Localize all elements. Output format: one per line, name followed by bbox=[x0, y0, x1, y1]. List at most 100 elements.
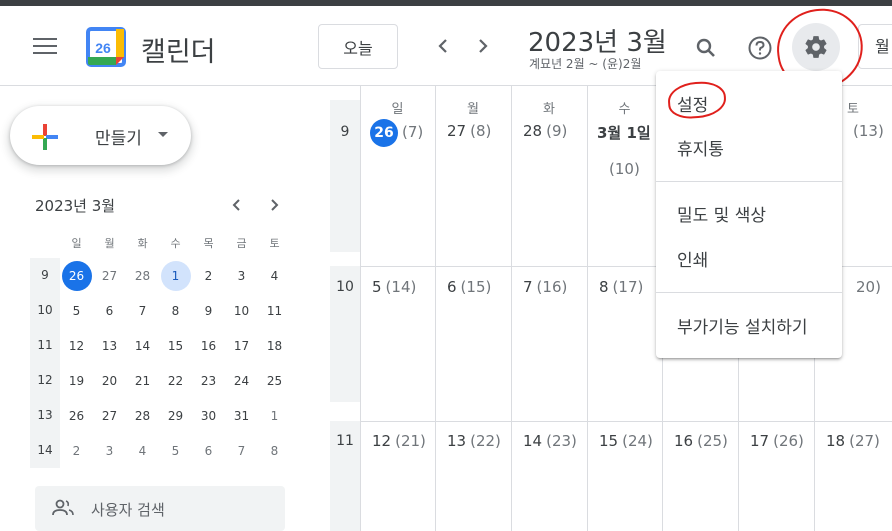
mini-day[interactable]: 6 bbox=[192, 433, 225, 468]
mini-day[interactable]: 3 bbox=[93, 433, 126, 468]
week-column bbox=[330, 100, 360, 252]
mini-day[interactable]: 31 bbox=[225, 398, 258, 433]
lunar-day-count: 20) bbox=[856, 278, 881, 296]
day-cell-label[interactable]: 20) bbox=[852, 278, 881, 296]
lunar-day-count: (25) bbox=[697, 432, 728, 450]
mini-day[interactable]: 25 bbox=[258, 363, 291, 398]
mini-day[interactable]: 17 bbox=[225, 328, 258, 363]
mini-day[interactable]: 20 bbox=[93, 363, 126, 398]
settings-menu-item[interactable]: 밀도 및 색상 bbox=[656, 201, 842, 226]
day-number: 18 bbox=[826, 432, 846, 450]
mini-day-label: 14 bbox=[134, 338, 151, 353]
next-period-button[interactable] bbox=[471, 34, 495, 58]
mini-day[interactable]: 2 bbox=[192, 258, 225, 293]
mini-day[interactable]: 1 bbox=[159, 258, 192, 293]
mini-day[interactable]: 24 bbox=[225, 363, 258, 398]
people-icon bbox=[52, 499, 74, 516]
lunar-day-count: (14) bbox=[385, 278, 417, 296]
mini-day[interactable]: 14 bbox=[126, 328, 159, 363]
mini-day[interactable]: 18 bbox=[258, 328, 291, 363]
mini-day-label: 13 bbox=[101, 338, 118, 353]
hamburger-icon[interactable] bbox=[33, 38, 57, 56]
day-cell-label[interactable]: 27 (8) bbox=[447, 122, 491, 140]
day-divider bbox=[435, 86, 436, 531]
search-users-field[interactable]: 사용자 검색 bbox=[35, 486, 285, 531]
mini-day[interactable]: 28 bbox=[126, 398, 159, 433]
week-number[interactable]: 9 bbox=[330, 124, 360, 140]
mini-day[interactable]: 7 bbox=[126, 293, 159, 328]
today-button[interactable]: 오늘 bbox=[318, 24, 398, 69]
day-cell-label[interactable]: 7 (16) bbox=[523, 278, 567, 296]
day-cell-label[interactable]: 6 (15) bbox=[447, 278, 491, 296]
mini-week-number[interactable]: 14 bbox=[30, 433, 60, 468]
mini-day[interactable]: 3 bbox=[225, 258, 258, 293]
day-cell-label[interactable]: 28 (9) bbox=[523, 122, 567, 140]
mini-week-number[interactable]: 11 bbox=[30, 328, 60, 363]
mini-day[interactable]: 8 bbox=[159, 293, 192, 328]
mini-day-label: 18 bbox=[266, 338, 283, 353]
day-cell-label[interactable]: 3월 1일 (10) bbox=[597, 122, 651, 178]
mini-day[interactable]: 12 bbox=[60, 328, 93, 363]
day-cell-label[interactable]: 15 (24) bbox=[599, 432, 653, 450]
day-cell-label[interactable]: 17 (26) bbox=[750, 432, 804, 450]
mini-day[interactable]: 16 bbox=[192, 328, 225, 363]
mini-day-label: 22 bbox=[167, 373, 184, 388]
lunar-day-count: (27) bbox=[849, 432, 880, 450]
mini-day[interactable]: 27 bbox=[93, 258, 126, 293]
day-cell-label[interactable]: 18 (27) bbox=[826, 432, 880, 450]
mini-day[interactable]: 1 bbox=[258, 398, 291, 433]
mini-day[interactable]: 19 bbox=[60, 363, 93, 398]
settings-menu-item[interactable]: 휴지통 bbox=[656, 135, 842, 160]
mini-day[interactable]: 26 bbox=[60, 258, 93, 293]
mini-day[interactable]: 5 bbox=[60, 293, 93, 328]
mini-day[interactable]: 7 bbox=[225, 433, 258, 468]
mini-day[interactable]: 27 bbox=[93, 398, 126, 433]
dow-header: 수 bbox=[618, 102, 631, 117]
prev-period-button[interactable] bbox=[431, 34, 455, 58]
mini-week-number[interactable]: 12 bbox=[30, 363, 60, 398]
mini-day-label: 17 bbox=[233, 338, 250, 353]
mini-dow-label: 토 bbox=[269, 237, 280, 250]
day-cell-label[interactable]: 26 (7) bbox=[370, 119, 423, 147]
mini-day[interactable]: 11 bbox=[258, 293, 291, 328]
day-cell-label[interactable]: (13) bbox=[849, 122, 884, 140]
mini-day[interactable]: 6 bbox=[93, 293, 126, 328]
mini-day[interactable]: 4 bbox=[126, 433, 159, 468]
mini-day[interactable]: 5 bbox=[159, 433, 192, 468]
mini-day[interactable]: 26 bbox=[60, 398, 93, 433]
mini-day[interactable]: 29 bbox=[159, 398, 192, 433]
settings-menu-item[interactable]: 인쇄 bbox=[656, 246, 842, 271]
mini-day[interactable]: 2 bbox=[60, 433, 93, 468]
mini-day[interactable]: 9 bbox=[192, 293, 225, 328]
week-number[interactable]: 11 bbox=[330, 433, 360, 449]
mini-week-number[interactable]: 10 bbox=[30, 293, 60, 328]
mini-day[interactable]: 21 bbox=[126, 363, 159, 398]
mini-next-month-button[interactable] bbox=[265, 196, 283, 214]
day-cell-label[interactable]: 13 (22) bbox=[447, 432, 501, 450]
mini-day[interactable]: 28 bbox=[126, 258, 159, 293]
mini-prev-month-button[interactable] bbox=[228, 196, 246, 214]
day-cell-label[interactable]: 8 (17) bbox=[599, 278, 643, 296]
settings-menu-item[interactable]: 부가기능 설치하기 bbox=[656, 313, 842, 338]
mini-day[interactable]: 4 bbox=[258, 258, 291, 293]
help-button[interactable] bbox=[740, 28, 780, 68]
day-cell-label[interactable]: 16 (25) bbox=[674, 432, 728, 450]
create-button[interactable]: 만들기 bbox=[10, 106, 191, 165]
mini-day-label: 4 bbox=[138, 443, 147, 458]
mini-week-number[interactable]: 9 bbox=[30, 258, 60, 293]
mini-day[interactable]: 22 bbox=[159, 363, 192, 398]
mini-day[interactable]: 10 bbox=[225, 293, 258, 328]
day-number: 7 bbox=[523, 278, 533, 296]
search-button[interactable] bbox=[686, 28, 726, 68]
mini-week-number[interactable]: 13 bbox=[30, 398, 60, 433]
mini-day[interactable]: 13 bbox=[93, 328, 126, 363]
mini-day[interactable]: 30 bbox=[192, 398, 225, 433]
view-switcher-button[interactable]: 월 bbox=[858, 24, 892, 69]
mini-day[interactable]: 8 bbox=[258, 433, 291, 468]
mini-day[interactable]: 15 bbox=[159, 328, 192, 363]
day-cell-label[interactable]: 14 (23) bbox=[523, 432, 577, 450]
week-number[interactable]: 10 bbox=[330, 279, 360, 295]
day-cell-label[interactable]: 5 (14) bbox=[372, 278, 416, 296]
mini-day[interactable]: 23 bbox=[192, 363, 225, 398]
day-cell-label[interactable]: 12 (21) bbox=[372, 432, 426, 450]
